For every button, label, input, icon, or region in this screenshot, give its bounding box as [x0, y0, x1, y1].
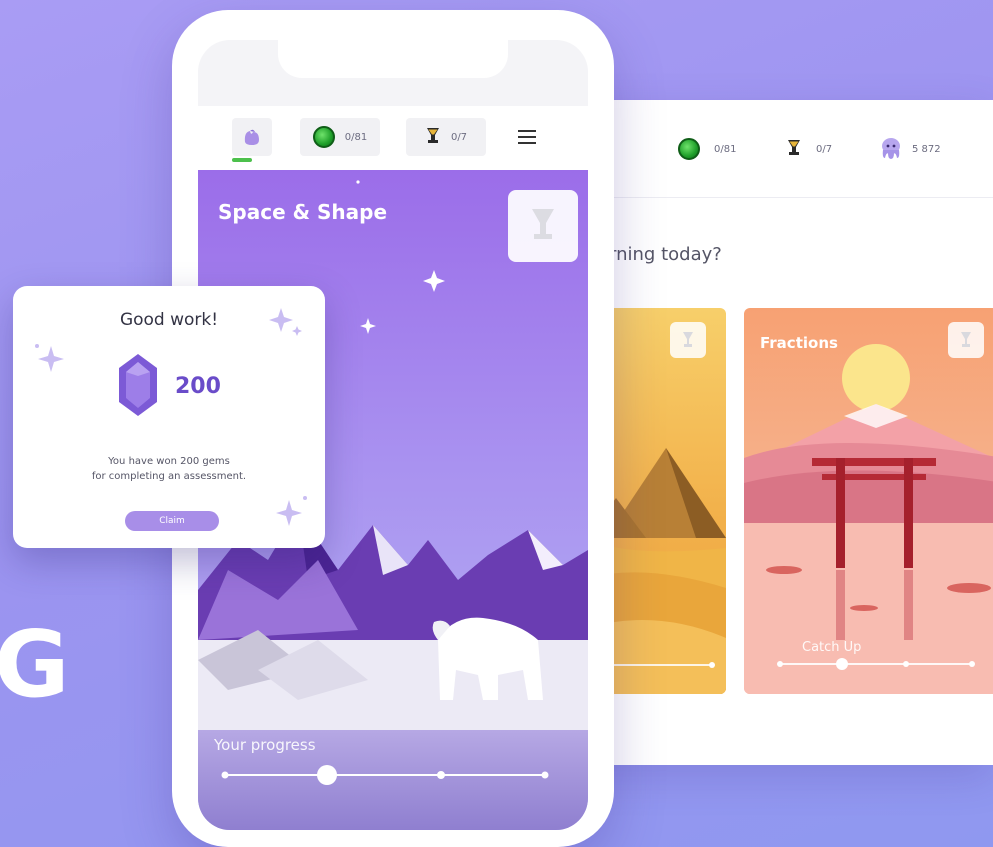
tablet-trophies-count: 0/7 [816, 143, 833, 155]
trophy-outline-icon [532, 209, 554, 239]
hamburger-menu-icon[interactable] [518, 130, 536, 144]
torii-gate-illustration [744, 344, 993, 694]
tablet-points: 5 872 [912, 143, 941, 155]
tablet-points-stat[interactable]: 5 872 [878, 136, 941, 162]
phone-trophies-count: 0/7 [450, 131, 468, 143]
tablet-gems-stat[interactable]: 0/81 [678, 136, 736, 162]
fractions-topic-card[interactable]: Fractions Catch Up [744, 308, 993, 694]
scene-trophy-badge[interactable] [508, 190, 578, 262]
desert-card-trophy-badge [670, 322, 706, 358]
phone-notch [278, 40, 508, 78]
purple-gem-icon [119, 354, 157, 416]
reward-popup: Good work! 200 You have won 200 gems for… [13, 286, 325, 548]
tablet-gems-count: 0/81 [714, 143, 737, 155]
sparkle-icon [35, 344, 64, 372]
phone-gems-count: 0/81 [344, 131, 368, 143]
popup-message-line-1: You have won 200 gems [108, 456, 230, 467]
active-tab-indicator [232, 158, 252, 162]
green-gem-icon [312, 126, 335, 148]
phone-trophies-stat[interactable]: 0/7 [406, 118, 486, 156]
learning-question: arning today? [598, 244, 722, 265]
tablet-topbar: 0/81 0/7 5 872 [560, 100, 993, 198]
scene-title: Space & Shape [218, 200, 388, 224]
popup-gem-amount: 200 [175, 374, 221, 399]
background-logo-glyph: G [0, 611, 70, 718]
octopus-avatar-icon [882, 138, 900, 159]
trophy-outline-icon [683, 332, 693, 347]
gold-trophy-icon [426, 128, 439, 143]
tablet-panel: 0/81 0/7 5 872 arning today? Fractions C… [560, 100, 993, 765]
trophy-outline-icon [961, 332, 971, 347]
phone-gems-stat[interactable]: 0/81 [300, 118, 380, 156]
popup-message: You have won 200 gems for completing an … [43, 454, 295, 484]
trophy-icon [788, 140, 800, 155]
popup-title: Good work! [119, 310, 219, 330]
sparkle-icon [276, 496, 307, 526]
tablet-trophies-stat[interactable]: 0/7 [786, 136, 832, 162]
claim-button[interactable]: Claim [125, 511, 219, 531]
fractions-card-title: Fractions [760, 334, 838, 352]
progress-label: Your progress [214, 736, 316, 754]
popup-message-line-2: for completing an assessment. [91, 471, 247, 482]
avatar-tab[interactable] [232, 118, 272, 156]
catch-up-label: Catch Up [802, 640, 862, 655]
lavender-creature-icon [244, 129, 259, 145]
phone-topbar: 0/81 0/7 [198, 106, 588, 170]
green-gem-icon [678, 138, 700, 160]
fractions-card-trophy-badge [948, 322, 984, 358]
